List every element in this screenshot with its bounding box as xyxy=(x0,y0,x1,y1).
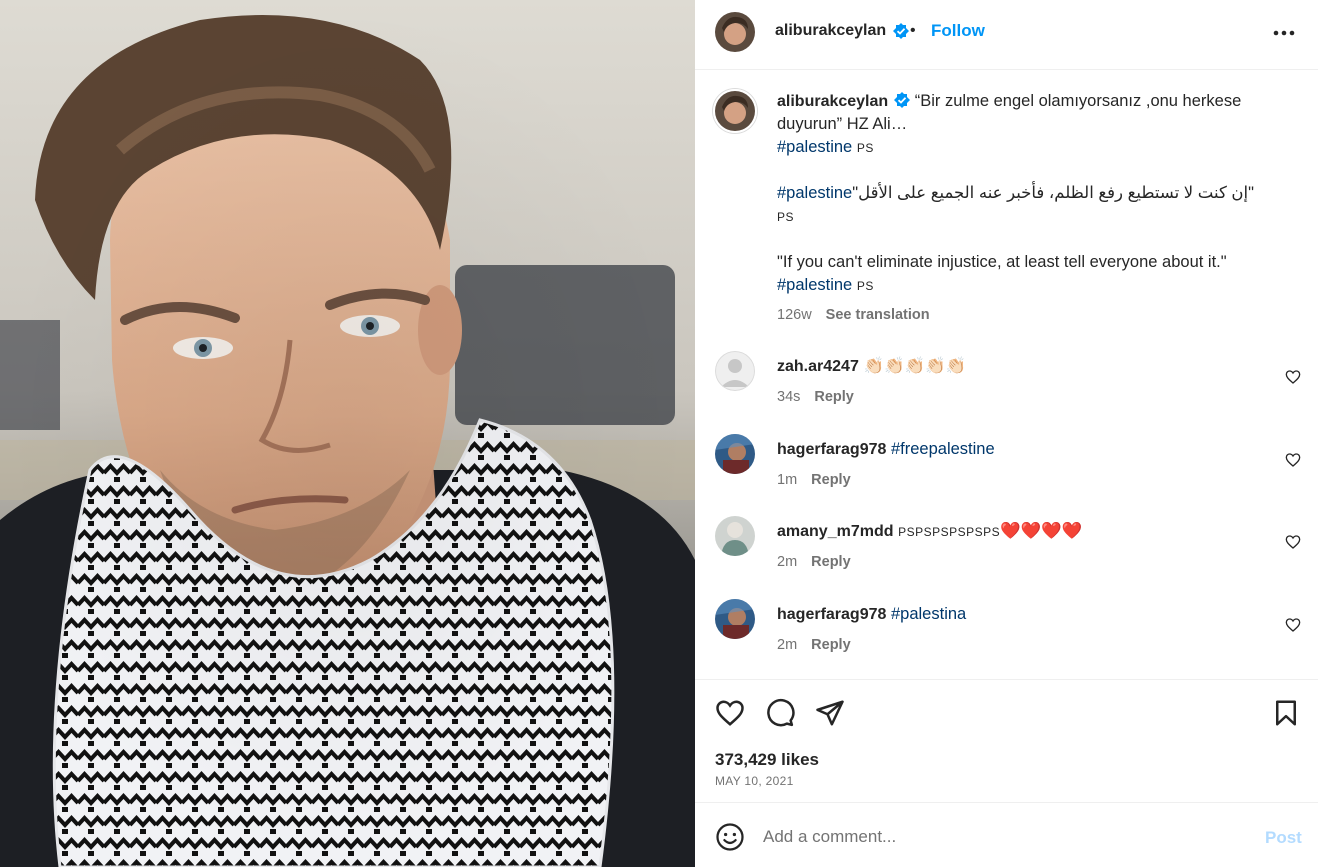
reply-button[interactable]: Reply xyxy=(811,472,851,488)
caption-age: 126w xyxy=(777,307,812,323)
author-avatar[interactable] xyxy=(715,12,755,52)
post-details-panel: aliburakceylan • Follow aliburakceylan “… xyxy=(695,0,1318,867)
comment-text: 👏🏻👏🏻👏🏻👏🏻👏🏻 xyxy=(863,357,967,375)
hashtag-link[interactable]: #palestine xyxy=(777,138,852,156)
like-comment-heart-icon[interactable] xyxy=(1285,534,1301,550)
comment-username[interactable]: amany_m7mdd xyxy=(777,523,894,540)
caption-text: aliburakceylan “Bir zulme engel olamıyor… xyxy=(777,90,1277,327)
hashtag-link[interactable]: #palestine xyxy=(777,184,852,202)
comment-text: PSPSPSPSPSPS xyxy=(898,525,1001,539)
ps-text: PS xyxy=(856,279,874,293)
author-username[interactable]: aliburakceylan xyxy=(775,22,886,40)
comment-bubble-icon[interactable] xyxy=(765,698,795,728)
see-translation-button[interactable]: See translation xyxy=(826,307,930,323)
comment-age: 34s xyxy=(777,389,801,405)
emoji-icon[interactable] xyxy=(715,822,745,852)
reply-button[interactable]: Reply xyxy=(811,554,851,570)
comment-username[interactable]: hagerfarag978 xyxy=(777,606,886,623)
share-paper-plane-icon[interactable] xyxy=(815,698,845,728)
post-actions: 373,429 likes MAY 10, 2021 xyxy=(695,679,1318,803)
comment-username[interactable]: zah.ar4247 xyxy=(777,358,859,375)
comment-avatar[interactable] xyxy=(715,434,755,474)
comment-username[interactable]: hagerfarag978 xyxy=(777,441,886,458)
comment-age: 1m xyxy=(777,472,798,488)
caption-quote-english: "If you can't eliminate injustice, at le… xyxy=(777,253,1227,271)
comment-age: 2m xyxy=(777,637,798,653)
hashtag-link[interactable]: #palestine xyxy=(777,276,852,294)
ps-text: PS xyxy=(856,141,874,155)
post-comment-button[interactable]: Post xyxy=(1265,828,1302,848)
comment-hearts: ❤️❤️❤️❤️ xyxy=(1000,522,1083,540)
caption-author-avatar[interactable] xyxy=(713,89,757,133)
comment-avatar[interactable] xyxy=(715,516,755,556)
likes-count[interactable]: 373,429 likes xyxy=(715,750,819,770)
caption-meta: 126w See translation xyxy=(777,304,1277,327)
hashtag-link[interactable]: #freepalestine xyxy=(891,440,995,458)
comment-item: hagerfarag978 #freepalestine 1m Reply xyxy=(695,434,1318,504)
reply-button[interactable]: Reply xyxy=(814,389,854,405)
post-header: aliburakceylan • Follow xyxy=(695,0,1318,70)
hashtag-link[interactable]: #palestina xyxy=(891,605,966,623)
portrait-illustration xyxy=(0,0,695,867)
comment-input[interactable] xyxy=(763,822,1233,852)
post-date: MAY 10, 2021 xyxy=(715,774,794,788)
verified-badge-icon xyxy=(894,92,911,108)
verified-badge-icon xyxy=(889,23,909,42)
more-options-icon[interactable] xyxy=(1270,22,1298,44)
add-comment-bar: Post xyxy=(695,804,1318,867)
comment-item: zah.ar4247 👏🏻👏🏻👏🏻👏🏻👏🏻 34s Reply xyxy=(695,351,1318,421)
caption-quote-arabic: "إن كنت لا تستطيع رفع الظلم، فأخبر عنه ا… xyxy=(852,184,1254,202)
follow-button[interactable]: Follow xyxy=(931,21,985,41)
caption-author-username[interactable]: aliburakceylan xyxy=(777,93,888,110)
header-separator: • xyxy=(910,22,916,39)
like-comment-heart-icon[interactable] xyxy=(1285,617,1301,633)
like-comment-heart-icon[interactable] xyxy=(1285,452,1301,468)
comment-age: 2m xyxy=(777,554,798,570)
comment-item: hagerfarag978 #palestina 2m Reply xyxy=(695,599,1318,669)
comment-avatar[interactable] xyxy=(715,351,755,391)
post-photo[interactable] xyxy=(0,0,695,867)
ps-text: PS xyxy=(777,210,795,224)
reply-button[interactable]: Reply xyxy=(811,637,851,653)
comment-item: amany_m7mdd PSPSPSPSPSPS❤️❤️❤️❤️ 2m Reply xyxy=(695,516,1318,586)
like-heart-icon[interactable] xyxy=(715,698,745,728)
save-bookmark-icon[interactable] xyxy=(1271,698,1301,728)
comment-avatar[interactable] xyxy=(715,599,755,639)
like-comment-heart-icon[interactable] xyxy=(1285,369,1301,385)
